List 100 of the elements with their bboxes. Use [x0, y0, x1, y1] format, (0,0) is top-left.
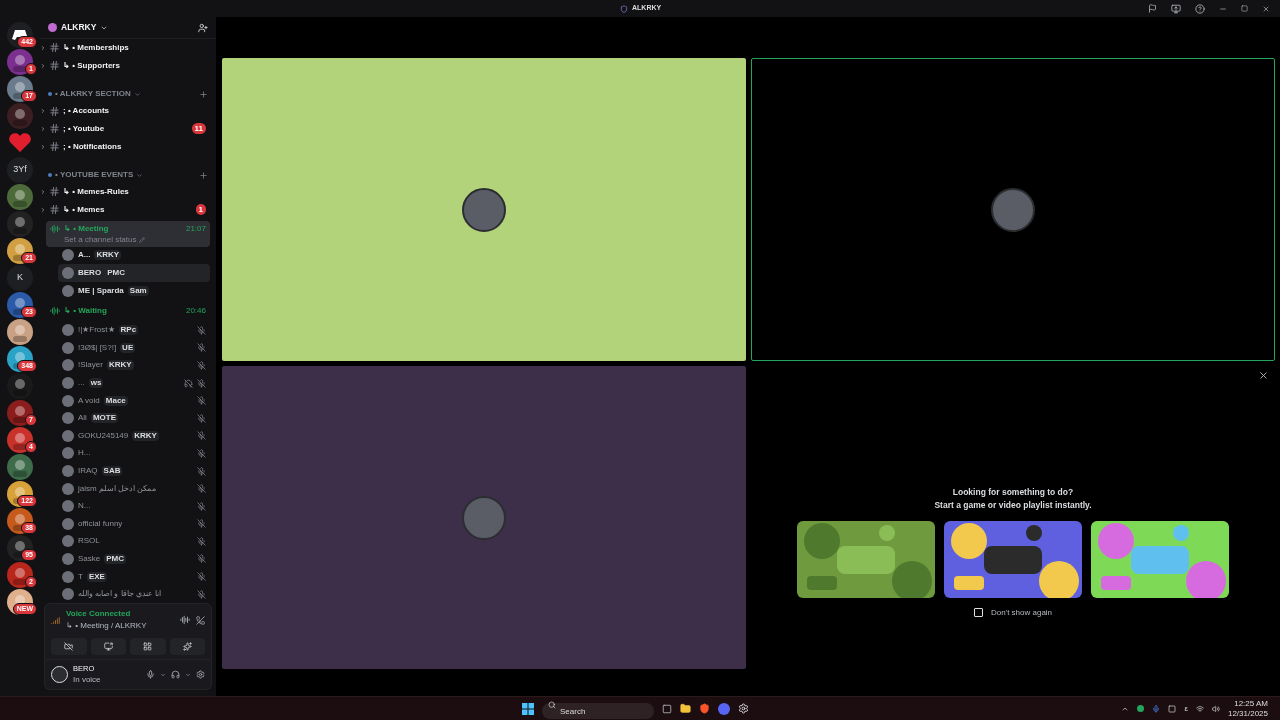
- voice-member[interactable]: A void Mace: [58, 391, 210, 410]
- voice-member[interactable]: N...: [58, 497, 210, 515]
- close-icon[interactable]: [1262, 4, 1270, 13]
- app-icon[interactable]: [738, 703, 749, 714]
- channel-location[interactable]: ↳ • Meeting / ALKRKY: [66, 620, 147, 632]
- input-indicator[interactable]: ε: [1184, 702, 1188, 715]
- inbox-icon[interactable]: [1148, 4, 1157, 13]
- soundboard-button[interactable]: [169, 638, 205, 655]
- channel-item[interactable]: ↳ • Memes-Rules: [40, 183, 210, 201]
- voice-member[interactable]: !|★Frost★ RPc: [58, 321, 210, 340]
- channel-item[interactable]: ; • Accounts: [40, 102, 210, 120]
- server-icon[interactable]: 3Yf: [7, 156, 33, 183]
- call-duration: 21:07: [185, 223, 206, 236]
- member-name: GOKU245149: [78, 429, 129, 442]
- maximize-icon[interactable]: [1241, 5, 1248, 12]
- server-icon[interactable]: K: [7, 264, 33, 291]
- avatar: [62, 249, 74, 262]
- microphone-icon[interactable]: [1152, 704, 1161, 713]
- voice-member[interactable]: انا عندي جاقا و اصابه والله: [58, 585, 210, 603]
- voice-member[interactable]: official funny: [58, 515, 210, 533]
- member-name: Saske: [78, 553, 101, 565]
- avatar: [62, 324, 74, 337]
- network-icon[interactable]: [1195, 704, 1204, 713]
- voice-channel[interactable]: ↳ • Waiting 20:46: [46, 301, 210, 322]
- voice-member[interactable]: H...: [58, 444, 210, 463]
- sparkle-icon: [182, 642, 192, 651]
- headphones-icon[interactable]: [171, 670, 180, 679]
- clock-time[interactable]: 12:25 AM: [1234, 698, 1268, 709]
- member-tag: SAB: [101, 466, 123, 476]
- microphone-icon[interactable]: [146, 670, 155, 679]
- add-icon[interactable]: [199, 170, 208, 180]
- video-tile[interactable]: [222, 366, 746, 669]
- channel-item[interactable]: ↳ • Memes 1: [40, 200, 210, 219]
- invite-icon[interactable]: [198, 22, 208, 33]
- voice-member[interactable]: A... KRKY: [58, 246, 210, 265]
- member-name: jaism ممكن ادخل اسلم: [78, 482, 157, 495]
- screen-icon[interactable]: [1171, 3, 1181, 14]
- clock-date[interactable]: 12/31/2025: [1227, 708, 1268, 719]
- channel-name: ↳ • Meeting: [64, 223, 109, 236]
- server-name: ALKRKY: [61, 21, 97, 34]
- avatar[interactable]: [51, 666, 68, 683]
- voice-member[interactable]: RSOL: [58, 532, 210, 551]
- member-name: N...: [78, 500, 91, 513]
- help-icon[interactable]: [1195, 3, 1205, 14]
- browser-icon[interactable]: [699, 703, 710, 714]
- server-header[interactable]: ALKRKY: [40, 17, 216, 39]
- channel-item[interactable]: ↳ • Supporters: [40, 56, 210, 75]
- call-duration: 20:46: [185, 305, 206, 318]
- member-name: !3Ø$| [S?!]: [78, 341, 117, 354]
- channel-status[interactable]: Set a channel status: [64, 235, 137, 245]
- voice-member[interactable]: T EXE: [58, 567, 210, 586]
- voice-member[interactable]: !3Ø$| [S?!] UE: [58, 339, 210, 357]
- hash-icon: [49, 186, 60, 198]
- volume-icon[interactable]: [1211, 704, 1220, 713]
- voice-member[interactable]: ... ws: [58, 374, 210, 392]
- folder-icon[interactable]: [680, 703, 691, 714]
- channel-item[interactable]: ; • Youtube 11: [40, 119, 210, 138]
- member-name: T: [78, 570, 83, 583]
- category-header[interactable]: • YOUTUBE EVENTS: [40, 167, 216, 184]
- hash-icon: [49, 204, 60, 216]
- voice-member[interactable]: jaism ممكن ادخل اسلم: [58, 479, 210, 498]
- voice-member[interactable]: ΜΕ | Sparda Sam: [58, 281, 210, 300]
- avatar: [62, 588, 74, 601]
- hash-icon: [49, 141, 60, 153]
- video-tile[interactable]: [222, 58, 746, 361]
- voice-member[interactable]: Ali MOTE: [58, 409, 210, 428]
- voice-channel[interactable]: ↳ • Meeting 21:07 Set a channel status: [46, 220, 210, 247]
- activities-button[interactable]: [130, 638, 166, 655]
- camera-button[interactable]: [51, 638, 87, 655]
- member-tag: KRKY: [132, 430, 159, 441]
- member-tag: RPc: [118, 325, 139, 336]
- member-tag: ws: [88, 378, 104, 389]
- mention-badge: 1: [195, 204, 206, 216]
- settings-icon[interactable]: [196, 670, 205, 679]
- chat-app-icon[interactable]: [718, 702, 730, 715]
- screen-share-icon: [103, 642, 113, 651]
- add-icon[interactable]: [199, 89, 208, 99]
- voice-member[interactable]: BERO PMC: [58, 264, 210, 282]
- close-icon[interactable]: [1258, 370, 1269, 381]
- voice-member[interactable]: !Slayer KRKY: [58, 356, 210, 375]
- avatar: [62, 377, 74, 390]
- voice-member[interactable]: GOKU245149 KRKY: [58, 427, 210, 445]
- channel-item[interactable]: ; • Notifications: [40, 137, 210, 156]
- chevron-icon: [40, 108, 46, 115]
- disconnect-icon[interactable]: [196, 615, 205, 625]
- checkbox[interactable]: [973, 608, 983, 618]
- member-name: H...: [78, 447, 91, 460]
- video-tile[interactable]: [751, 58, 1275, 361]
- task-view-icon[interactable]: [662, 703, 672, 714]
- channel-item[interactable]: ↳ • Memberships: [40, 39, 210, 57]
- category-name: • YOUTUBE EVENTS: [55, 169, 134, 182]
- voice-member[interactable]: IRAQ SAB: [58, 462, 210, 480]
- screen-share-button[interactable]: [90, 638, 126, 655]
- noise-suppression-icon[interactable]: [180, 615, 190, 625]
- member-name: !|★Frost★: [78, 324, 115, 337]
- member-tag: MOTE: [90, 413, 118, 424]
- start-icon[interactable]: [522, 702, 534, 715]
- category-header[interactable]: • ALKRKY SECTION: [40, 86, 216, 103]
- voice-member[interactable]: Saske PMC: [58, 550, 210, 568]
- search-field[interactable]: Search: [542, 703, 654, 719]
